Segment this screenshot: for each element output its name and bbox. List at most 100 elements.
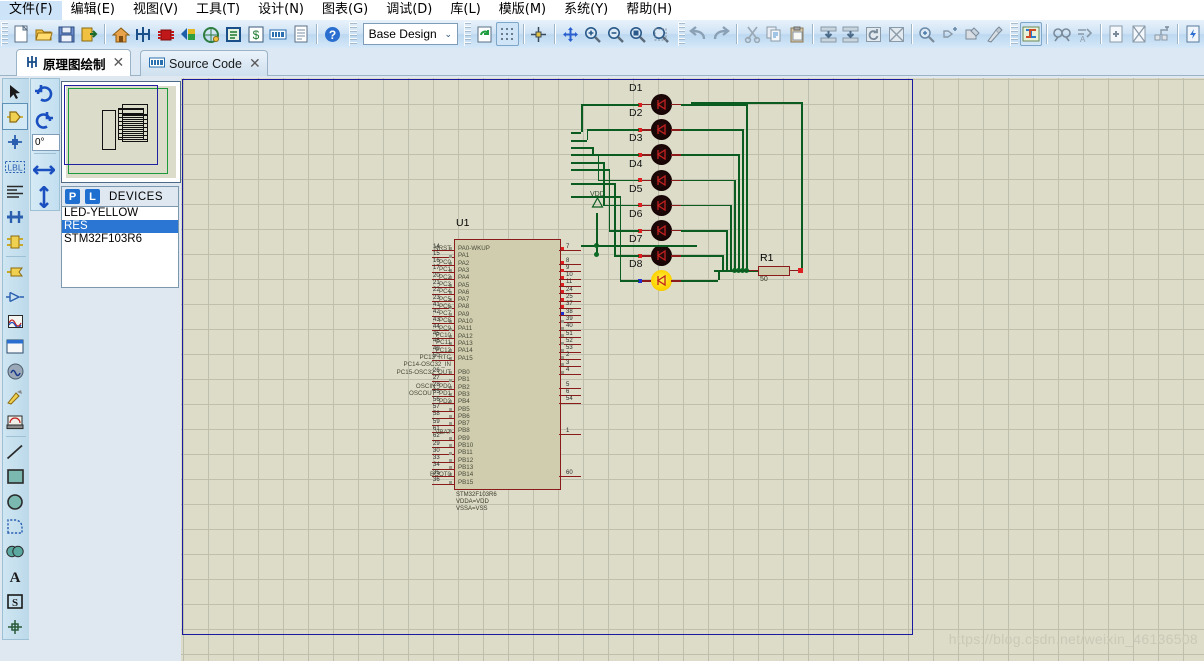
u1-right-pin-lead[interactable] <box>559 434 581 435</box>
r1-body[interactable] <box>758 266 790 276</box>
text-tool[interactable]: A <box>3 564 27 589</box>
mcu-to-led-wire-v-d2[interactable] <box>587 129 589 140</box>
voltage-probe-mode[interactable] <box>3 384 27 409</box>
text-script-mode[interactable] <box>3 179 27 204</box>
mcu-to-led-wire-h1-d3[interactable] <box>571 147 592 149</box>
led-net-wire-h-d5[interactable] <box>681 205 730 207</box>
mcu-to-led-wire-v-d1[interactable] <box>581 104 583 132</box>
new-file-icon[interactable] <box>10 22 33 46</box>
make-device-icon[interactable] <box>939 22 962 46</box>
menu-debug[interactable]: 调试(D) <box>377 1 441 20</box>
source-code-icon[interactable] <box>267 22 290 46</box>
led-net-wire-h-d3[interactable] <box>681 154 738 156</box>
mirror-vertical-icon[interactable] <box>31 183 57 210</box>
generator-mode[interactable] <box>3 359 27 384</box>
led-net-wire-v-d1[interactable] <box>746 104 748 270</box>
led-net-wire-h-d2[interactable] <box>681 129 742 131</box>
report-icon[interactable] <box>289 22 312 46</box>
pan-icon[interactable] <box>559 22 582 46</box>
property-assign-icon[interactable]: A <box>1074 22 1097 46</box>
led-net-wire-v-d6[interactable] <box>726 230 728 270</box>
menu-graph[interactable]: 图表(G) <box>313 1 377 20</box>
menu-file[interactable]: 文件(F) <box>0 1 62 20</box>
led-net-wire-h-d4[interactable] <box>681 180 734 182</box>
virtual-instrument-mode[interactable] <box>3 409 27 434</box>
design-explorer-icon[interactable] <box>199 22 222 46</box>
mcu-to-led-wire-h2-d2[interactable] <box>587 129 640 131</box>
tab-schematic[interactable]: 原理图绘制 ✕ <box>16 49 131 76</box>
u1-right-pin-lead[interactable] <box>559 403 581 404</box>
zoom-all-icon[interactable] <box>626 22 649 46</box>
line-tool[interactable] <box>3 439 27 464</box>
design-selector[interactable]: Base Design ⌄ <box>363 23 458 45</box>
mcu-to-led-wire-v-d4[interactable] <box>598 154 600 180</box>
menu-view[interactable]: 视图(V) <box>124 1 187 20</box>
device-item-res[interactable]: RES <box>62 220 178 233</box>
pick-from-libraries-button[interactable]: P <box>65 189 80 204</box>
led-net-wire-h-d8[interactable] <box>681 280 718 282</box>
led-net-wire-h-d7[interactable] <box>681 255 722 257</box>
led-net-wire-v-d7[interactable] <box>722 255 724 270</box>
component-mode[interactable] <box>3 104 27 129</box>
symbol-tool[interactable]: S <box>3 589 27 614</box>
undo-icon[interactable] <box>687 22 710 46</box>
mcu-to-led-wire-h2-d8[interactable] <box>620 280 640 282</box>
supply-wire-vertical[interactable] <box>801 102 803 268</box>
zoom-area-icon[interactable] <box>649 22 672 46</box>
closed-path-icon[interactable] <box>3 539 27 564</box>
block-delete-icon[interactable] <box>885 22 908 46</box>
device-item-stm32f103r6[interactable]: STM32F103R6 <box>62 233 178 246</box>
wire-label-mode[interactable]: LBL <box>3 154 27 179</box>
junction-dot-mode[interactable] <box>3 129 27 154</box>
led-net-wire-v-d3[interactable] <box>738 154 740 270</box>
selection-mode[interactable] <box>3 79 27 104</box>
toolbar-grip[interactable] <box>678 22 685 46</box>
zoom-out-icon[interactable] <box>604 22 627 46</box>
redo-icon[interactable] <box>709 22 732 46</box>
schematic-capture-icon[interactable] <box>132 22 155 46</box>
block-move-icon[interactable] <box>840 22 863 46</box>
mcu-to-led-wire-h1-d1[interactable] <box>571 132 581 134</box>
mcu-to-led-wire-h1-d6[interactable] <box>571 169 609 171</box>
help-icon[interactable]: ? <box>321 22 344 46</box>
arc-tool[interactable] <box>3 514 27 539</box>
save-icon[interactable] <box>55 22 78 46</box>
home-icon[interactable] <box>109 22 132 46</box>
led-net-wire-v-d4[interactable] <box>734 180 736 270</box>
cut-icon[interactable] <box>741 22 764 46</box>
mcu-to-led-wire-h1-d4[interactable] <box>571 154 598 156</box>
open-folder-icon[interactable] <box>33 22 56 46</box>
bom-report-icon[interactable] <box>222 22 245 46</box>
mcu-to-led-wire-v-d6[interactable] <box>609 169 611 230</box>
3d-visualizer-icon[interactable] <box>177 22 200 46</box>
toolbar-grip[interactable] <box>464 22 471 46</box>
mcu-to-led-wire-h1-d5[interactable] <box>571 162 603 164</box>
mirror-horizontal-icon[interactable] <box>31 156 57 183</box>
block-copy-icon[interactable] <box>817 22 840 46</box>
device-item-led-yellow[interactable]: LED-YELLOW <box>62 207 178 220</box>
zoom-in-icon[interactable] <box>581 22 604 46</box>
schematic-sheet[interactable]: U1 14PA0-WKUP15PA116PA217PA320PA421PA522… <box>181 78 1204 661</box>
close-icon[interactable]: ✕ <box>113 55 125 71</box>
rotate-cw-icon[interactable] <box>31 79 57 106</box>
new-sheet-icon[interactable] <box>1105 22 1128 46</box>
led-net-wire-h-d6[interactable] <box>681 230 726 232</box>
import-export-icon[interactable] <box>78 22 101 46</box>
menu-edit[interactable]: 编辑(E) <box>62 1 124 20</box>
remove-sheet-icon[interactable] <box>1128 22 1151 46</box>
close-icon[interactable]: ✕ <box>249 55 261 72</box>
menu-tools[interactable]: 工具(T) <box>187 1 249 20</box>
search-tag-icon[interactable] <box>1051 22 1074 46</box>
subcircuit-mode[interactable] <box>3 229 27 254</box>
paste-icon[interactable] <box>786 22 809 46</box>
supply-wire-horizontal[interactable] <box>691 102 803 104</box>
toolbar-grip[interactable] <box>1010 22 1017 46</box>
toolbar-grip[interactable] <box>1 22 8 46</box>
nrst-to-vdd-wire[interactable] <box>596 213 598 246</box>
rotation-angle-field[interactable]: 0° <box>32 134 60 151</box>
graph-mode[interactable] <box>3 309 27 334</box>
packaging-tool-icon[interactable] <box>961 22 984 46</box>
led-net-wire-h-d1[interactable] <box>681 104 746 106</box>
terminals-mode[interactable] <box>3 259 27 284</box>
decompose-icon[interactable] <box>984 22 1007 46</box>
